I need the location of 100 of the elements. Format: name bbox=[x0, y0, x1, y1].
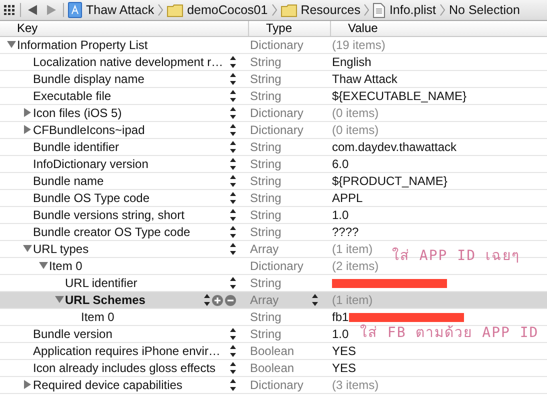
breadcrumb[interactable]: Resources bbox=[300, 3, 360, 17]
type-text: String bbox=[250, 191, 282, 205]
value-text: (19 items) bbox=[332, 38, 386, 52]
stepper-icon[interactable] bbox=[230, 362, 236, 374]
breadcrumb[interactable]: No Selection bbox=[449, 3, 520, 17]
stepper-icon[interactable] bbox=[230, 124, 236, 136]
key-text: Bundle identifier bbox=[33, 140, 120, 154]
value-text: fb1 bbox=[332, 310, 349, 324]
folder-icon bbox=[280, 4, 297, 16]
key-text: Item 0 bbox=[49, 259, 82, 273]
handwritten-note: ใส่ FB ตามด้วย APP ID bbox=[360, 324, 539, 342]
value-text: 6.0 bbox=[332, 157, 349, 171]
stepper-icon[interactable] bbox=[230, 90, 236, 102]
value-text: YES bbox=[332, 344, 356, 358]
value-text: Thaw Attack bbox=[332, 72, 398, 86]
type-text: Dictionary bbox=[250, 106, 304, 120]
type-text: Dictionary bbox=[250, 259, 304, 273]
value-text: English bbox=[332, 55, 372, 69]
stepper-icon[interactable] bbox=[230, 345, 236, 357]
key-text: Item 0 bbox=[81, 310, 114, 324]
type-text: Dictionary bbox=[250, 38, 304, 52]
stepper-icon[interactable] bbox=[230, 328, 236, 340]
chevron-icon bbox=[440, 4, 446, 16]
key-text: CFBundleIcons~ipad bbox=[33, 123, 145, 137]
type-text: String bbox=[250, 174, 282, 188]
value-text: ${EXECUTABLE_NAME} bbox=[332, 89, 467, 103]
key-text: URL Schemes bbox=[65, 293, 146, 307]
key-text: Bundle creator OS Type code bbox=[33, 225, 190, 239]
value-text: (3 items) bbox=[332, 378, 379, 392]
value-text: APPL bbox=[332, 191, 363, 205]
type-text: String bbox=[250, 276, 282, 290]
value-text: ${PRODUCT_NAME} bbox=[332, 174, 448, 188]
stepper-icon[interactable] bbox=[230, 226, 236, 238]
type-text: String bbox=[250, 140, 282, 154]
key-text: Bundle name bbox=[33, 174, 104, 188]
stepper-icon[interactable] bbox=[230, 192, 236, 204]
column-title[interactable]: Key bbox=[17, 21, 38, 35]
key-text: Information Property List bbox=[17, 38, 148, 52]
chevron-icon bbox=[158, 4, 164, 16]
stepper-icon[interactable] bbox=[230, 175, 236, 187]
file-icon bbox=[373, 2, 386, 18]
stepper-icon[interactable] bbox=[230, 141, 236, 153]
type-text: String bbox=[250, 310, 282, 324]
value-text: 1.0 bbox=[332, 327, 349, 341]
key-text: Localization native development r… bbox=[33, 55, 224, 69]
value-text: (2 items) bbox=[332, 259, 379, 273]
key-text: Application requires iPhone envir… bbox=[33, 344, 220, 358]
key-text: InfoDictionary version bbox=[33, 157, 148, 171]
value-text: (0 items) bbox=[332, 123, 379, 137]
collapse-triangle-icon[interactable] bbox=[54, 295, 64, 304]
stepper-icon[interactable] bbox=[312, 294, 318, 306]
value-text: ???? bbox=[332, 225, 359, 239]
remove-icon[interactable] bbox=[225, 294, 236, 306]
add-icon[interactable] bbox=[212, 294, 223, 306]
value-text: YES bbox=[332, 361, 356, 375]
type-text: String bbox=[250, 55, 282, 69]
breadcrumb[interactable]: Info.plist bbox=[389, 3, 436, 17]
key-text: Bundle version bbox=[33, 327, 112, 341]
handwritten-note: ใส่ APP ID เฉยๆ bbox=[392, 247, 520, 265]
expand-triangle-icon[interactable] bbox=[22, 380, 32, 389]
stepper-icon[interactable] bbox=[230, 379, 236, 391]
stepper-icon[interactable] bbox=[230, 243, 236, 255]
type-text: String bbox=[250, 157, 282, 171]
type-text: Array bbox=[250, 242, 279, 256]
value-text: 1.0 bbox=[332, 208, 349, 222]
selected-row[interactable]: URL Schemes Array (1 item) bbox=[0, 292, 547, 309]
chevron-icon bbox=[272, 4, 277, 16]
type-text: String bbox=[250, 225, 282, 239]
column-title[interactable]: Value bbox=[348, 21, 378, 35]
project-icon bbox=[68, 2, 82, 18]
collapse-triangle-icon[interactable] bbox=[6, 40, 16, 49]
column-title[interactable]: Type bbox=[266, 21, 292, 35]
chevron-icon bbox=[364, 4, 370, 16]
type-text: Boolean bbox=[250, 361, 294, 375]
stepper-icon[interactable] bbox=[204, 294, 210, 306]
folder-icon bbox=[167, 4, 184, 16]
type-text: String bbox=[250, 89, 282, 103]
key-text: Bundle OS Type code bbox=[33, 191, 150, 205]
type-text: Array bbox=[250, 293, 279, 307]
key-text: Bundle display name bbox=[33, 72, 144, 86]
stepper-icon[interactable] bbox=[230, 209, 236, 221]
value-text: (1 item) bbox=[332, 293, 373, 307]
key-text: Executable file bbox=[33, 89, 112, 103]
type-text: String bbox=[250, 327, 282, 341]
type-text: String bbox=[250, 208, 282, 222]
type-text: Dictionary bbox=[250, 378, 304, 392]
stepper-icon[interactable] bbox=[230, 73, 236, 85]
key-text: Bundle versions string, short bbox=[33, 208, 184, 222]
stepper-icon[interactable] bbox=[230, 56, 236, 68]
stepper-icon[interactable] bbox=[230, 107, 236, 119]
breadcrumb[interactable]: Thaw Attack bbox=[86, 3, 154, 17]
key-text: Icon already includes gloss effects bbox=[33, 361, 216, 375]
grid-icon[interactable] bbox=[4, 5, 16, 15]
stepper-icon[interactable] bbox=[230, 158, 236, 170]
breadcrumb[interactable]: demoCocos01 bbox=[187, 3, 268, 17]
type-text: Boolean bbox=[250, 344, 294, 358]
key-text: Required device capabilities bbox=[33, 378, 182, 392]
type-text: String bbox=[250, 72, 282, 86]
stepper-icon[interactable] bbox=[230, 277, 236, 289]
key-text: URL types bbox=[33, 242, 89, 256]
